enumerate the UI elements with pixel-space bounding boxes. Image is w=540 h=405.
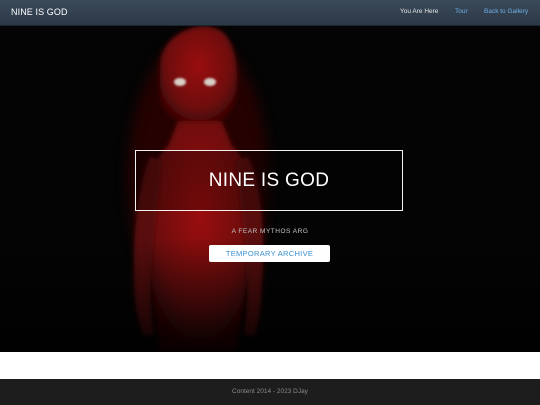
- footer-copyright: Content 2014 - 2023 DJay: [232, 388, 308, 395]
- nav-back-to-gallery[interactable]: Back to Gallery: [484, 8, 528, 15]
- footer: Content 2014 - 2023 DJay: [0, 379, 540, 405]
- top-navbar: NINE IS GOD You Are Here Tour Back to Ga…: [0, 0, 540, 26]
- hero-section: NINE IS GOD A FEAR MYTHOS ARG TEMPORARY …: [0, 26, 540, 352]
- nav-you-are-here[interactable]: You Are Here: [400, 8, 438, 15]
- nav-tour[interactable]: Tour: [455, 8, 468, 15]
- title-box: NINE IS GOD: [135, 150, 403, 211]
- hero-subtitle: A FEAR MYTHOS ARG: [231, 228, 309, 235]
- hero-title: NINE IS GOD: [208, 169, 330, 191]
- temporary-archive-button[interactable]: TEMPORARY ARCHIVE: [209, 245, 330, 262]
- site-brand[interactable]: NINE IS GOD: [11, 7, 68, 17]
